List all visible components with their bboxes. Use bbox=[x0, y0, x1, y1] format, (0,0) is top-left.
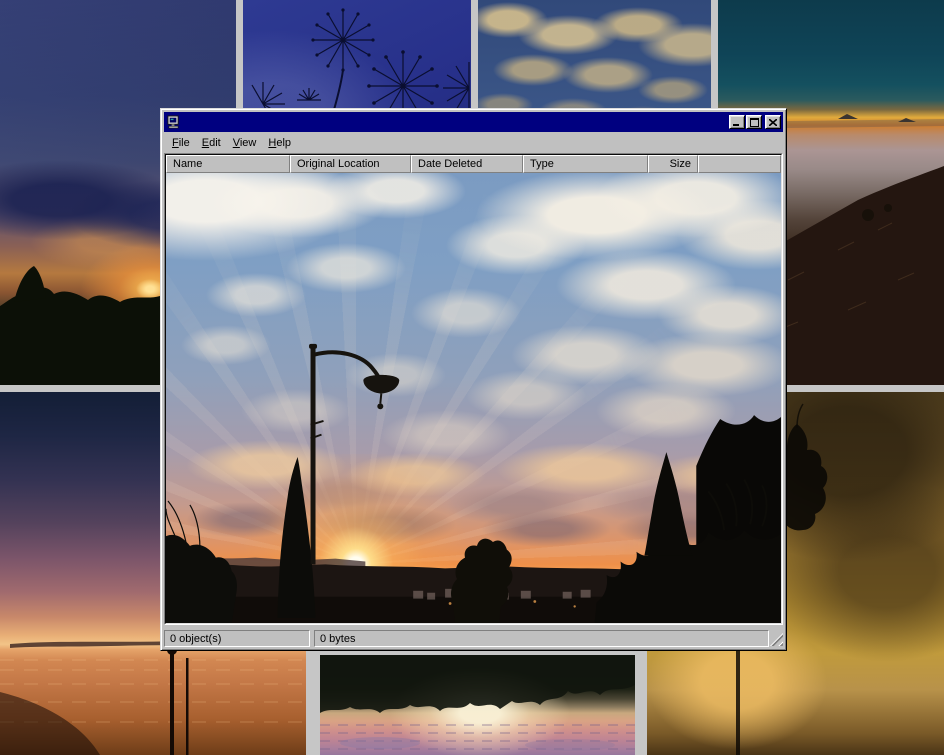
list-content-area[interactable] bbox=[166, 173, 781, 623]
wallpaper-photo-forest-reflection bbox=[320, 655, 635, 755]
minimize-icon bbox=[733, 118, 741, 127]
resize-grip-icon[interactable] bbox=[770, 633, 783, 646]
menu-view[interactable]: View bbox=[227, 135, 263, 151]
close-button[interactable] bbox=[765, 115, 781, 129]
status-size: 0 bytes bbox=[314, 630, 769, 647]
titlebar[interactable] bbox=[164, 112, 783, 132]
menubar: File Edit View Help bbox=[164, 132, 783, 153]
column-header-name[interactable]: Name bbox=[166, 155, 290, 173]
photo-silhouettes bbox=[166, 173, 781, 623]
column-header-filler bbox=[698, 155, 781, 173]
computer-icon bbox=[166, 115, 181, 129]
recycle-bin-window: File Edit View Help Name Original Locati… bbox=[160, 108, 787, 651]
column-header-date-deleted[interactable]: Date Deleted bbox=[411, 155, 523, 173]
maximize-icon bbox=[750, 118, 759, 127]
maximize-button[interactable] bbox=[746, 115, 762, 129]
status-object-count: 0 object(s) bbox=[164, 630, 310, 647]
menu-file[interactable]: File bbox=[166, 135, 196, 151]
titlebar-buttons bbox=[729, 115, 781, 129]
showthrough-lamppost-sunset-photo bbox=[166, 173, 781, 623]
tree-reflections bbox=[320, 655, 635, 755]
status-bar: 0 object(s) 0 bytes bbox=[164, 625, 783, 647]
close-icon bbox=[769, 119, 777, 126]
list-view: Name Original Location Date Deleted Type… bbox=[164, 153, 783, 625]
column-headers: Name Original Location Date Deleted Type… bbox=[166, 155, 781, 173]
column-header-size[interactable]: Size bbox=[648, 155, 698, 173]
menu-edit[interactable]: Edit bbox=[196, 135, 227, 151]
minimize-button[interactable] bbox=[729, 115, 745, 129]
menu-help[interactable]: Help bbox=[262, 135, 297, 151]
column-header-original-location[interactable]: Original Location bbox=[290, 155, 411, 173]
column-header-type[interactable]: Type bbox=[523, 155, 648, 173]
